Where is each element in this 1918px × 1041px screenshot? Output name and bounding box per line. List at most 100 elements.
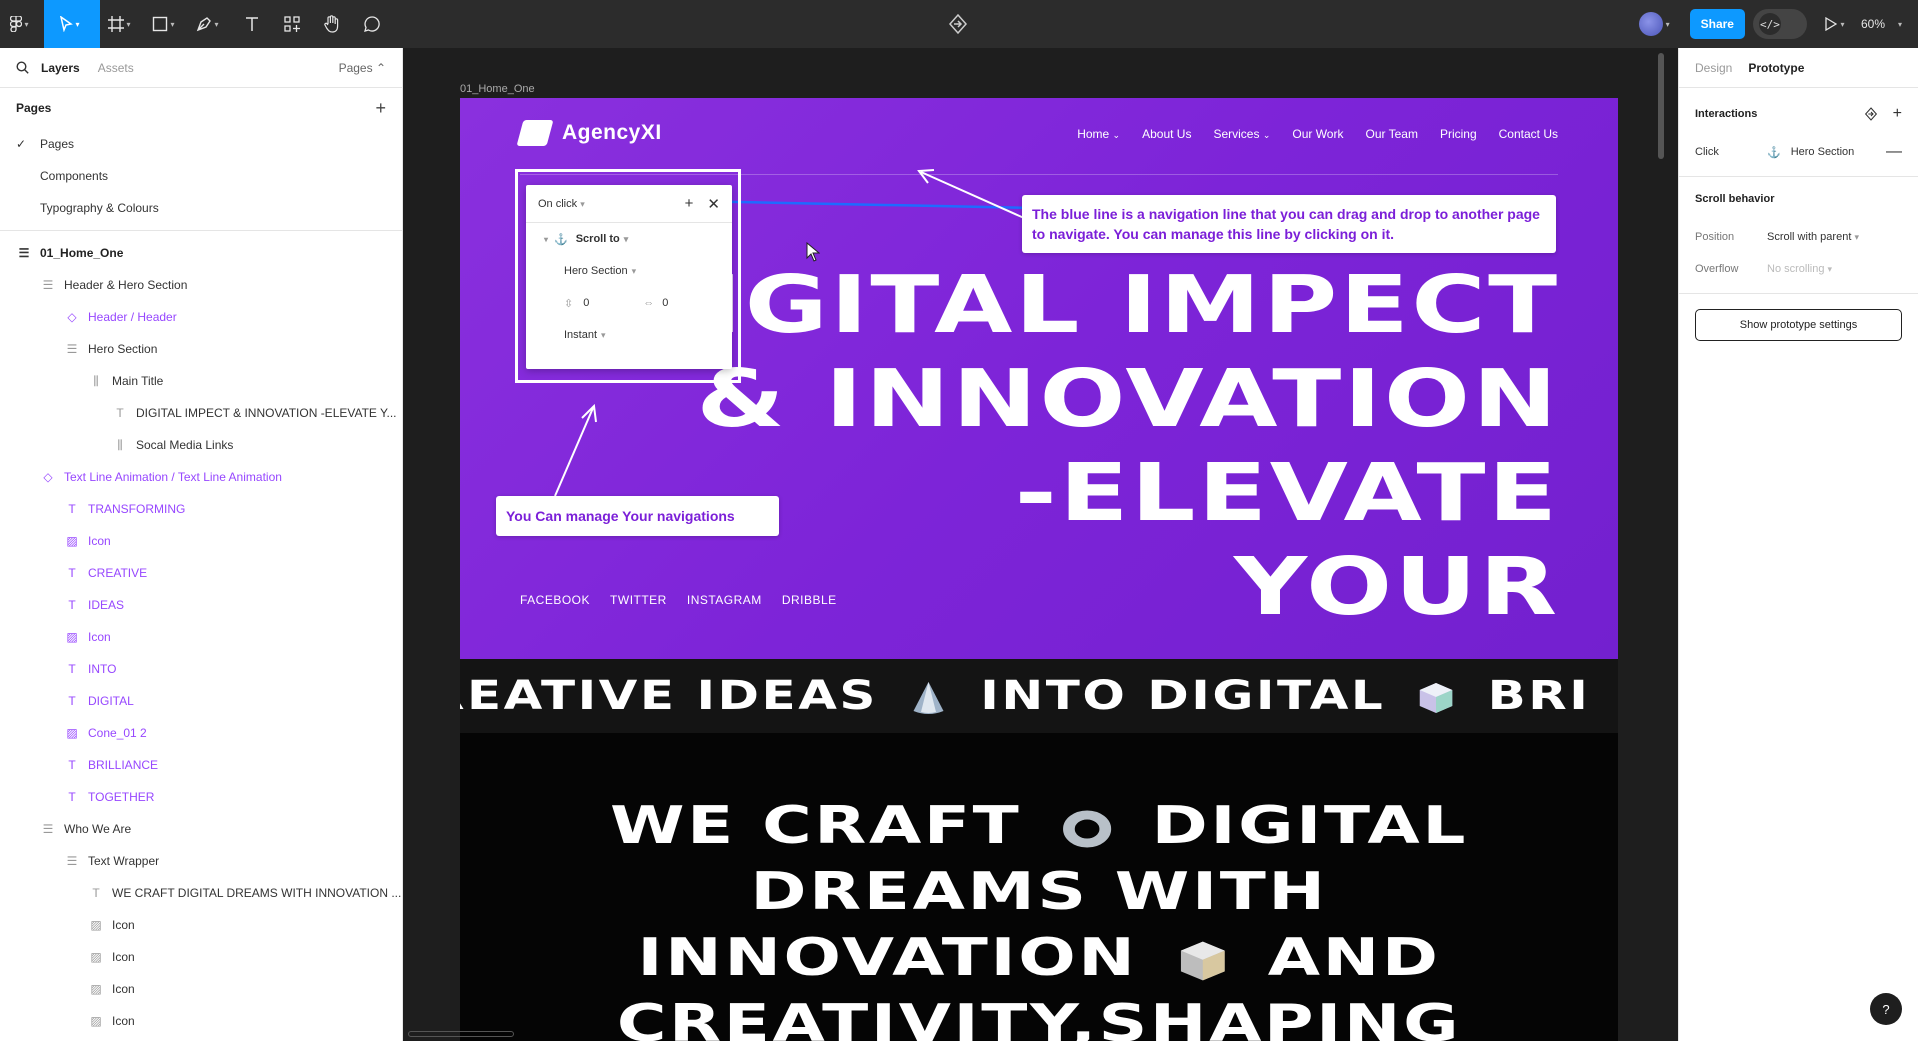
pages-dropdown[interactable]: Pages ⌃	[339, 61, 386, 75]
destination-dropdown[interactable]: Hero Section	[564, 265, 628, 277]
close-icon[interactable]: ✕	[707, 195, 720, 213]
layer-item[interactable]: T CREATIVE	[0, 557, 402, 589]
interaction-popover: On click ▾ + ✕ ▾ ⚓ Scroll to ▾ Hero Sect…	[526, 185, 732, 369]
layer-label: Icon	[88, 534, 111, 548]
trigger-dropdown[interactable]: On click ▾	[538, 198, 585, 210]
layer-item[interactable]: ☰ Who We Are	[0, 813, 402, 845]
image-icon: ▨	[66, 726, 78, 740]
layer-label: IDEAS	[88, 598, 125, 612]
offset-x-input[interactable]: 0	[662, 297, 668, 309]
animation-dropdown[interactable]: Instant	[564, 329, 597, 341]
help-button[interactable]: ?	[1870, 993, 1902, 1025]
layer-item[interactable]: ☰ Text Wrapper	[0, 845, 402, 877]
add-action-icon[interactable]: +	[685, 195, 694, 213]
hand-icon	[324, 15, 339, 33]
layer-item[interactable]: T TOGETHER	[0, 781, 402, 813]
chevron-down-icon: ▾	[1827, 264, 1833, 274]
layer-tree: ☰ 01_Home_One ☰ Header & Hero Section ◇ Heade…	[0, 237, 402, 1037]
resources-button[interactable]	[272, 0, 312, 48]
tab-layers[interactable]: Layers	[41, 61, 80, 75]
pen-tool-button[interactable]: ▾	[188, 0, 232, 48]
show-prototype-settings-button[interactable]: Show prototype settings	[1695, 309, 1902, 341]
frame-tool-button[interactable]: ▾	[100, 0, 144, 48]
divider	[0, 230, 402, 231]
horizontal-scrollbar[interactable]	[408, 1031, 514, 1037]
chevron-down-icon: ▾	[580, 198, 585, 209]
hand-tool-button[interactable]	[312, 0, 352, 48]
interaction-item[interactable]: Click ⚓ Hero Section —	[1679, 136, 1918, 168]
canvas[interactable]: 01_Home_One AgencyXI Home ⌄ About Us Ser…	[403, 48, 1678, 1041]
offset-y-input[interactable]: 0	[583, 297, 643, 309]
remove-interaction-icon[interactable]: —	[1886, 143, 1902, 161]
overflow-dropdown[interactable]: No scrolling ▾	[1767, 263, 1832, 275]
move-tool-button[interactable]: ▾	[44, 0, 100, 48]
chevron-down-icon[interactable]: ▾	[1666, 20, 1676, 29]
search-icon[interactable]	[16, 61, 29, 74]
layer-item[interactable]: T DIGITAL IMPECT & INNOVATION -ELEVATE Y.…	[0, 397, 402, 429]
text-icon: T	[68, 694, 76, 708]
right-panel-tabs: Design Prototype	[1679, 48, 1918, 88]
layer-item[interactable]: ▨ Icon	[0, 973, 402, 1005]
layer-item[interactable]: T WE CRAFT DIGITAL DREAMS WITH INNOVATION…	[0, 877, 402, 909]
tab-design[interactable]: Design	[1695, 61, 1732, 75]
chevron-down-icon: ▾	[1854, 232, 1859, 242]
auto-layout-horizontal-icon: ⫼	[93, 373, 99, 388]
offset-y-icon: ⇳	[564, 297, 574, 310]
layer-item[interactable]: T IDEAS	[0, 589, 402, 621]
layer-item[interactable]: T TRANSFORMING	[0, 493, 402, 525]
layer-label: Main Title	[112, 374, 164, 388]
position-dropdown[interactable]: Scroll with parent ▾	[1767, 231, 1859, 243]
zoom-level[interactable]: 60%	[1861, 17, 1885, 31]
page-item-components[interactable]: Components	[0, 160, 402, 192]
layer-item[interactable]: T DIGITAL	[0, 685, 402, 717]
page-item-typography[interactable]: Typography & Colours	[0, 192, 402, 224]
text-tool-button[interactable]	[232, 0, 272, 48]
layer-item[interactable]: ⫼ Main Title	[0, 365, 402, 397]
layer-item[interactable]: ☰ Header & Hero Section	[0, 269, 402, 301]
share-button[interactable]: Share	[1689, 9, 1745, 39]
layer-item[interactable]: ▨ Icon	[0, 1005, 402, 1037]
main-menu-button[interactable]: ▾	[0, 0, 44, 48]
shape-tool-button[interactable]: ▾	[144, 0, 188, 48]
chevron-down-icon[interactable]: ▾	[544, 235, 548, 244]
auto-layout-icon: ☰	[42, 822, 54, 836]
layer-item[interactable]: ▨ Icon	[0, 621, 402, 653]
prototype-mode-button[interactable]	[946, 12, 970, 36]
layer-label: Socal Media Links	[136, 438, 234, 452]
layer-label: Who We Are	[64, 822, 132, 836]
tab-assets[interactable]: Assets	[98, 61, 134, 75]
dev-mode-toggle[interactable]: </>	[1752, 9, 1807, 39]
comment-tool-button[interactable]	[352, 0, 392, 48]
layer-label: 01_Home_One	[40, 246, 124, 260]
layer-item[interactable]: ▨ Cone_01 2	[0, 717, 402, 749]
layer-item[interactable]: ▨ Icon	[0, 909, 402, 941]
chevron-down-icon[interactable]: ▾	[1898, 20, 1908, 29]
layer-item[interactable]: ◇ Text Line Animation / Text Line Animati…	[0, 461, 402, 493]
layer-label: BRILLIANCE	[88, 758, 159, 772]
prototype-flow-icon[interactable]	[1863, 106, 1879, 122]
layer-label: Header / Header	[88, 310, 177, 324]
action-dropdown[interactable]: Scroll to	[576, 233, 620, 245]
layer-item[interactable]: ▨ Icon	[0, 941, 402, 973]
layer-item[interactable]: ⫼ Socal Media Links	[0, 429, 402, 461]
vertical-scrollbar[interactable]	[1658, 53, 1664, 159]
page-label: Pages	[40, 137, 75, 151]
avatar[interactable]	[1638, 12, 1663, 36]
action-row[interactable]: ▾ ⚓ Scroll to ▾	[526, 223, 732, 255]
layer-item[interactable]: T BRILLIANCE	[0, 749, 402, 781]
present-button[interactable]: ▾	[1819, 0, 1857, 48]
animation-row[interactable]: Instant ▾	[526, 319, 732, 351]
layer-item[interactable]: ☰ Hero Section	[0, 333, 402, 365]
destination-row[interactable]: Hero Section ▾	[526, 255, 732, 287]
add-page-icon[interactable]: +	[375, 98, 386, 119]
layer-item[interactable]: ◇ Header / Header	[0, 301, 402, 333]
layer-item[interactable]: ▨ Icon	[0, 525, 402, 557]
layer-label: Icon	[112, 1014, 135, 1028]
add-interaction-icon[interactable]: +	[1893, 105, 1902, 123]
chevron-down-icon: ▾	[601, 329, 606, 340]
page-item-pages[interactable]: ✓ Pages	[0, 128, 402, 160]
layer-item[interactable]: ☰ 01_Home_One	[0, 237, 402, 269]
layer-item[interactable]: T INTO	[0, 653, 402, 685]
tab-prototype[interactable]: Prototype	[1748, 61, 1804, 75]
component-instance-icon: ◇	[43, 470, 53, 484]
